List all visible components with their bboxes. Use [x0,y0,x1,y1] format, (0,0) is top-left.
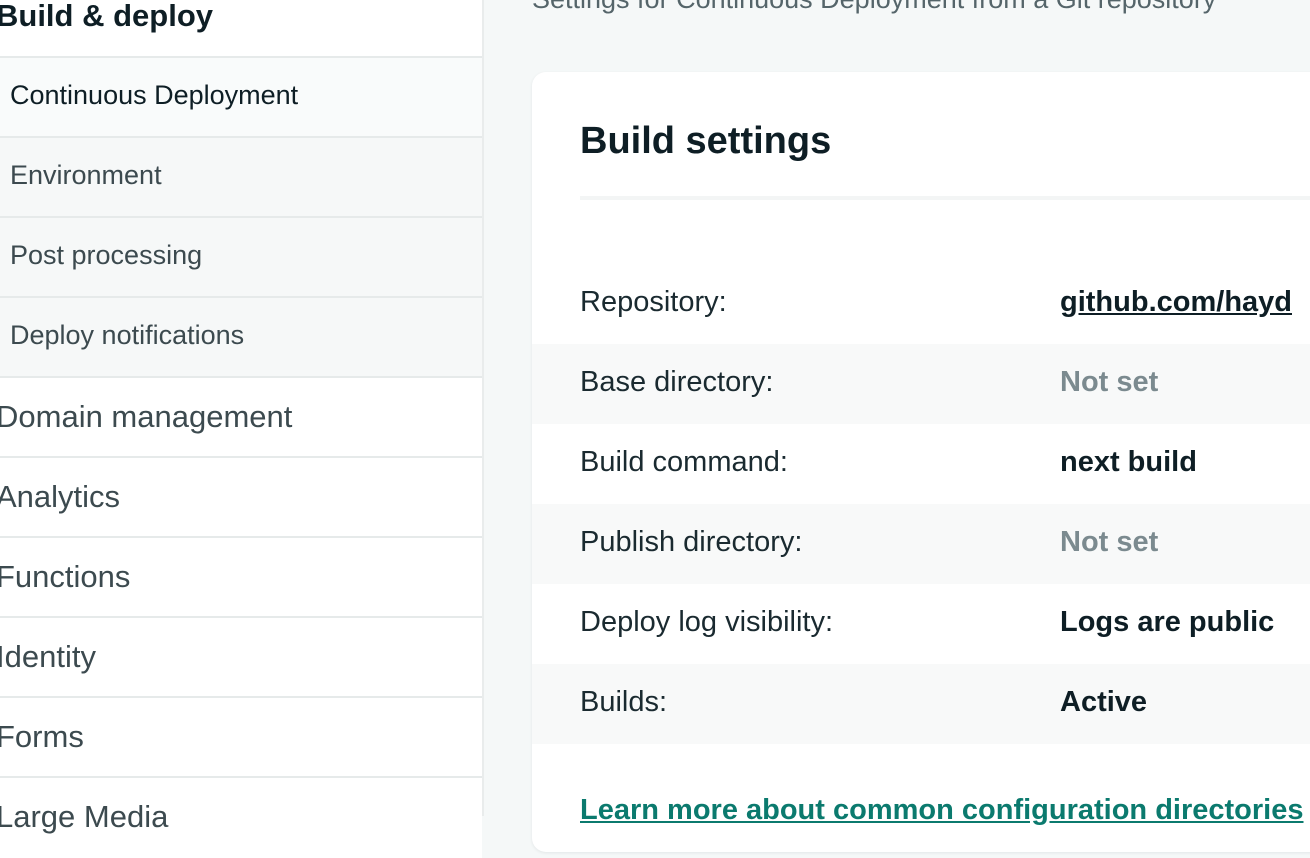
setting-row-publish-directory: Publish directory: Not set [532,504,1310,584]
setting-label: Builds: [580,686,668,718]
sidebar-item-label: Analytics [0,479,121,514]
setting-label: Base directory: [580,366,774,398]
setting-row-deploy-log-visibility: Deploy log visibility: Logs are public [532,584,1310,664]
setting-row-base-directory: Base directory: Not set [532,344,1310,424]
sidebar-item-label: Functions [0,559,131,594]
settings-sidebar: Build & deploy Continuous Deployment Env… [0,0,484,858]
setting-label: Deploy log visibility: [580,606,834,638]
sidebar-item-analytics[interactable]: Analytics [0,458,482,538]
card-divider [580,196,1310,200]
sidebar-item-label: Domain management [0,399,293,434]
sidebar-item-environment[interactable]: Environment [0,138,482,218]
sidebar-item-label: Environment [10,160,162,190]
sidebar-item-domain-management[interactable]: Domain management [0,378,482,458]
setting-label: Build command: [580,446,788,478]
sidebar-item-label: Identity [0,639,96,674]
build-settings-card: Build settings Repository: github.com/ha… [532,72,1310,852]
setting-label: Repository: [580,286,727,318]
sidebar-item-label: Continuous Deployment [10,80,299,110]
card-title: Build settings [580,120,832,162]
sidebar-item-large-media[interactable]: Large Media [0,778,482,858]
sidebar-item-deploy-notifications[interactable]: Deploy notifications [0,298,482,378]
repository-link[interactable]: github.com/hayd [1060,286,1292,319]
sidebar-item-label: Deploy notifications [10,320,245,350]
setting-row-repository: Repository: github.com/hayd [532,264,1310,344]
setting-value: next build [1060,446,1197,478]
page-subtitle: Settings for Continuous Deployment from … [532,0,1216,15]
setting-value: Not set [1060,526,1159,558]
sidebar-item-label: Forms [0,719,84,754]
setting-value: Active [1060,686,1148,718]
sidebar-item-forms[interactable]: Forms [0,698,482,778]
sidebar-item-label: Post processing [10,240,203,270]
setting-value: Logs are public [1060,606,1275,638]
sidebar-section-build-deploy[interactable]: Build & deploy [0,0,482,58]
setting-row-build-command: Build command: next build [532,424,1310,504]
sidebar-item-label: Large Media [0,799,169,834]
sidebar-item-post-processing[interactable]: Post processing [0,218,482,298]
sidebar-item-functions[interactable]: Functions [0,538,482,618]
sidebar-section-label: Build & deploy [0,0,213,33]
sidebar-item-identity[interactable]: Identity [0,618,482,698]
setting-value: Not set [1060,366,1159,398]
setting-label: Publish directory: [580,526,803,558]
sidebar-item-continuous-deployment[interactable]: Continuous Deployment [0,58,482,138]
setting-row-builds: Builds: Active [532,664,1310,744]
learn-more-link[interactable]: Learn more about common configuration di… [580,794,1304,827]
